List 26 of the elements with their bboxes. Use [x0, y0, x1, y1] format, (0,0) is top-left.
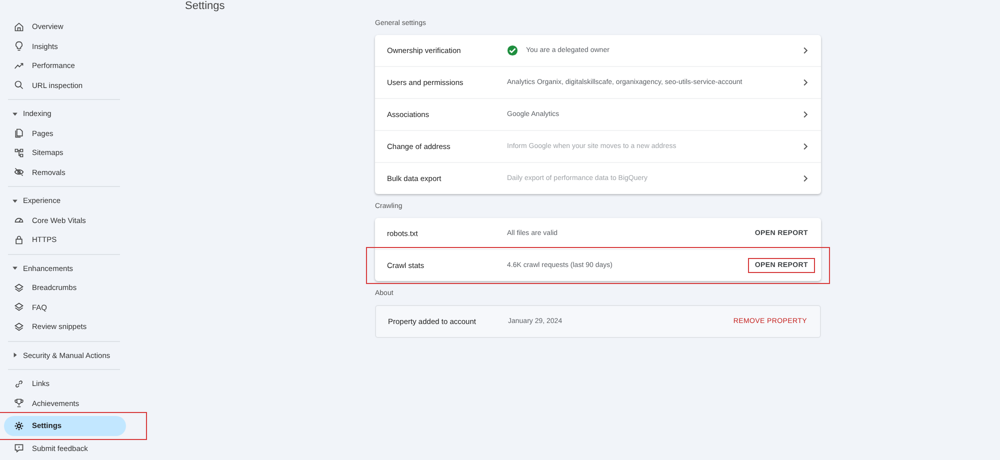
- chevron-right-icon[interactable]: [802, 175, 809, 182]
- chevron-right-icon[interactable]: [802, 47, 809, 54]
- home-icon: [14, 22, 24, 32]
- layers-icon: [14, 302, 24, 312]
- chevron-right-icon[interactable]: [802, 143, 809, 150]
- gear-icon: [14, 420, 24, 431]
- eye-off-icon: [14, 167, 24, 178]
- search-icon: [14, 80, 24, 90]
- feedback-icon: [14, 443, 24, 454]
- chevron-right-icon[interactable]: [802, 79, 809, 86]
- sitemap-icon: [14, 148, 24, 158]
- caret-icon: [12, 352, 18, 358]
- chevron-right-icon[interactable]: [802, 111, 809, 118]
- link-icon: [14, 378, 24, 389]
- trend-icon: [14, 60, 24, 71]
- layers-icon: [14, 282, 24, 293]
- caret-icon: [12, 110, 18, 117]
- caret-icon: [12, 265, 18, 272]
- page-title: Settings: [185, 0, 226, 13]
- lock-icon: [14, 234, 24, 245]
- page-icon: [14, 128, 24, 138]
- gauge-icon: [14, 215, 24, 226]
- bulb-icon: [14, 41, 24, 52]
- trophy-icon: [14, 398, 24, 408]
- caret-icon: [12, 198, 18, 204]
- layers-icon: [14, 322, 24, 332]
